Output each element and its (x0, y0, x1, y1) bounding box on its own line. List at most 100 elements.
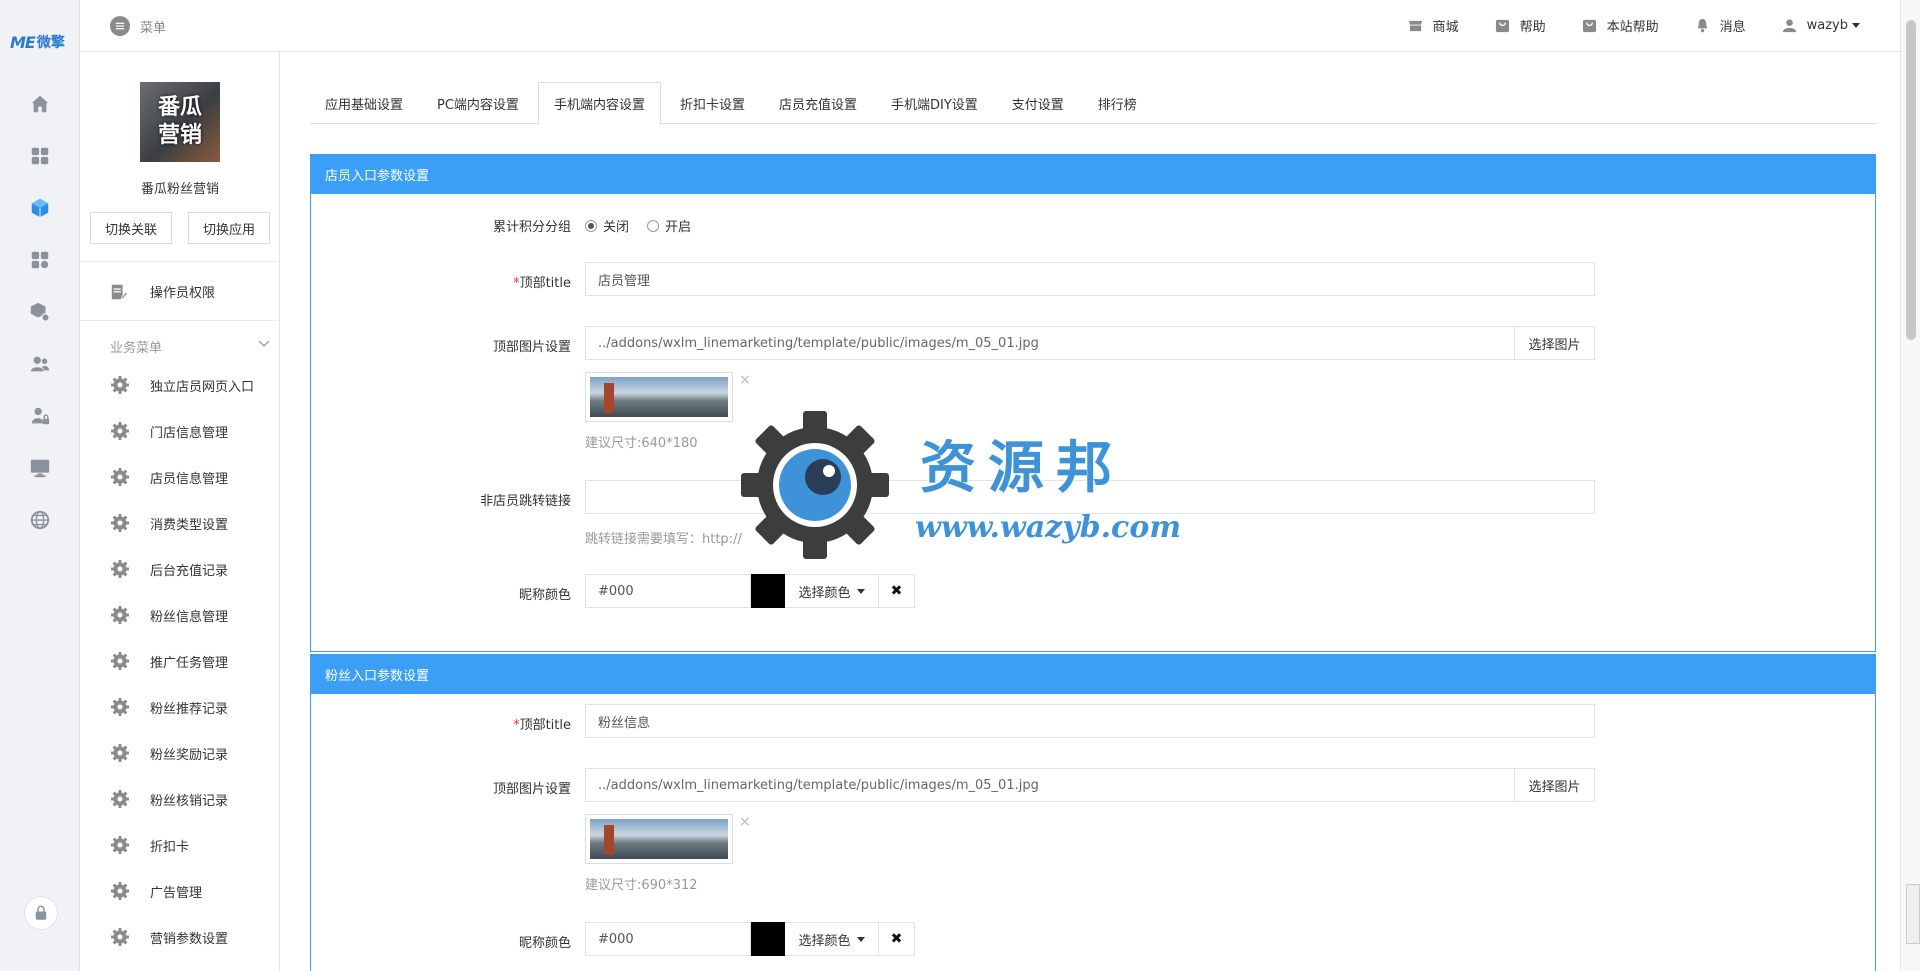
tab-2[interactable]: 手机端内容设置 (537, 82, 661, 125)
page-scrollbar[interactable] (1900, 0, 1920, 971)
tab-3[interactable]: 折扣卡设置 (665, 82, 760, 124)
fan-top-title-input[interactable]: 粉丝信息 (585, 704, 1595, 738)
staff-top-image-input[interactable]: ../addons/wxlm_linemarketing/template/pu… (585, 326, 1515, 360)
sidebar-menu-item[interactable]: 独立店员网页入口 (110, 362, 280, 408)
fan-choose-image-button[interactable]: 选择图片 (1515, 768, 1595, 802)
main-content: 应用基础设置 PC端内容设置 手机端内容设置 折扣卡设置 店员充值设置 手机端DIY设置支… (280, 52, 1900, 971)
menu-label: 菜单 (140, 20, 167, 36)
biz-menu-header[interactable]: 业务菜单 (110, 337, 270, 356)
gear-icon (111, 606, 129, 624)
top-bar: 菜单 商城 帮助 本站帮助 消息 wazyb (80, 0, 1900, 52)
sidebar-menu-item-label: 后台充值记录 (150, 563, 229, 579)
operator-permissions-link[interactable]: 操作员权限 (110, 282, 215, 301)
tab-4[interactable]: 店员充值设置 (764, 82, 872, 124)
rail-cube[interactable] (24, 192, 56, 224)
top-link-messages-label: 消息 (1719, 20, 1746, 35)
top-link-messages[interactable]: 消息 (1695, 16, 1746, 35)
sidebar-menu-item-label: 粉丝信息管理 (150, 609, 229, 625)
sidebar-menu-item[interactable]: 折扣卡 (110, 822, 280, 868)
sidebar-menu-item-label: 消费类型设置 (150, 517, 229, 533)
staff-color-swatch[interactable] (751, 574, 785, 608)
close-icon: ✖ (890, 583, 903, 599)
rail-modules[interactable] (24, 244, 56, 276)
help-bag-icon (1582, 19, 1596, 33)
rail-home[interactable] (24, 88, 56, 120)
fan-top-image-input[interactable]: ../addons/wxlm_linemarketing/template/pu… (585, 768, 1515, 802)
app-avatar: 番瓜营销 (140, 82, 220, 162)
user-menu[interactable]: wazyb (1782, 18, 1860, 33)
top-link-store[interactable]: 商城 (1408, 16, 1459, 35)
sidebar-menu-item[interactable]: 推广任务管理 (110, 638, 280, 684)
user-name: wazyb (1806, 18, 1848, 33)
sidebar-menu-item[interactable]: 后台充值记录 (110, 546, 280, 592)
sub-divider (80, 320, 280, 321)
remove-image-icon[interactable]: × (739, 814, 751, 830)
rail-globe[interactable] (24, 504, 56, 536)
switch-relation-button[interactable]: 切换关联 (90, 212, 172, 244)
points-group-on-radio[interactable]: 开启 (647, 216, 691, 235)
tab-1[interactable]: PC端内容设置 (422, 82, 534, 124)
gear-icon (111, 928, 129, 946)
sidebar-menu-item[interactable]: 粉丝奖励记录 (110, 730, 280, 776)
sidebar-menu-item[interactable]: 粉丝信息管理 (110, 592, 280, 638)
sidebar-menu-item[interactable]: 门店信息管理 (110, 408, 280, 454)
home-icon (31, 95, 49, 113)
sidebar-menu-item[interactable]: 广告管理 (110, 868, 280, 914)
top-link-store-label: 商城 (1432, 20, 1459, 35)
fan-nick-color-label: 昵称颜色 (518, 936, 571, 951)
radio-dot (647, 219, 660, 232)
caret-down-icon (856, 936, 865, 942)
top-link-site-help[interactable]: 本站帮助 (1582, 16, 1659, 35)
tab-7[interactable]: 排行榜 (1083, 82, 1152, 124)
scrollbar-thumb[interactable] (1906, 20, 1916, 340)
top-link-help[interactable]: 帮助 (1495, 16, 1546, 35)
sidebar-menu-item[interactable]: 店员信息管理 (110, 454, 280, 500)
sidebar-menu-item[interactable]: 营销参数设置 (110, 914, 280, 960)
tab-5[interactable]: 手机端DIY设置 (876, 82, 993, 124)
app-name: 番瓜粉丝营销 (140, 182, 219, 197)
staff-entry-panel-title: 店员入口参数设置 (311, 154, 1875, 194)
sidebar-menu-item[interactable]: 粉丝核销记录 (110, 776, 280, 822)
staff-entry-panel: 店员入口参数设置 累计积分分组 关闭 开启 *顶部title 店员管理 顶部图片… (310, 154, 1876, 652)
sidebar-menu-item[interactable]: 粉丝推荐记录 (110, 684, 280, 730)
sidebar-menu-item[interactable]: 消费类型设置 (110, 500, 280, 546)
staff-clear-color-button[interactable]: ✖ (879, 574, 915, 608)
lock-button[interactable] (24, 896, 58, 930)
non-staff-redirect-input[interactable] (585, 480, 1595, 514)
redirect-hint: 跳转链接需要填写：http:// (585, 532, 742, 547)
fan-nick-color-input[interactable]: #000 (585, 922, 751, 956)
staff-nick-color-input[interactable]: #000 (585, 574, 751, 608)
rail-users[interactable] (24, 348, 56, 380)
rail-apps[interactable] (24, 140, 56, 172)
sub-divider (80, 261, 280, 262)
staff-top-title-input[interactable]: 店员管理 (585, 262, 1595, 296)
brand-logo[interactable]: ME 微擎 (10, 30, 65, 54)
modules-icon (31, 251, 49, 269)
sidebar-menu-item-label: 店员信息管理 (150, 471, 229, 487)
tab-0[interactable]: 应用基础设置 (310, 82, 418, 124)
fan-clear-color-button[interactable]: ✖ (879, 922, 915, 956)
brand-name: 微擎 (36, 35, 65, 51)
side-widget[interactable] (1906, 884, 1920, 944)
top-links: 商城 帮助 本站帮助 消息 wazyb (1408, 16, 1860, 35)
remove-image-icon[interactable]: × (739, 372, 751, 388)
points-group-off-radio[interactable]: 关闭 (585, 216, 629, 235)
staff-choose-image-button[interactable]: 选择图片 (1515, 326, 1595, 360)
fan-color-swatch[interactable] (751, 922, 785, 956)
staff-choose-color-button[interactable]: 选择颜色 (785, 574, 879, 608)
sidebar-menu-item-label: 折扣卡 (150, 839, 190, 855)
fan-top-title-label-text: 顶部title (519, 718, 571, 733)
biz-menu-title: 业务菜单 (110, 341, 163, 356)
rail-monitor[interactable] (24, 452, 56, 484)
rail-user-lock[interactable] (24, 400, 56, 432)
sidebar-menu-item-label: 推广任务管理 (150, 655, 229, 671)
fan-choose-color-button[interactable]: 选择颜色 (785, 922, 879, 956)
menu-toggle[interactable]: 菜单 (110, 16, 166, 36)
staff-top-title-label-text: 顶部title (519, 276, 571, 291)
sub-sidebar: 番瓜营销 番瓜粉丝营销 切换关联 切换应用 操作员权限 业务菜单 独立店员网页入… (80, 52, 280, 971)
gear-icon (111, 882, 129, 900)
rail-package[interactable] (24, 296, 56, 328)
app-root: ME 微擎 菜单 商城 帮助 本站帮助 消息 wazyb 番瓜营销 番瓜粉丝营销… (0, 0, 1920, 971)
tab-6[interactable]: 支付设置 (997, 82, 1079, 124)
switch-app-button[interactable]: 切换应用 (188, 212, 270, 244)
